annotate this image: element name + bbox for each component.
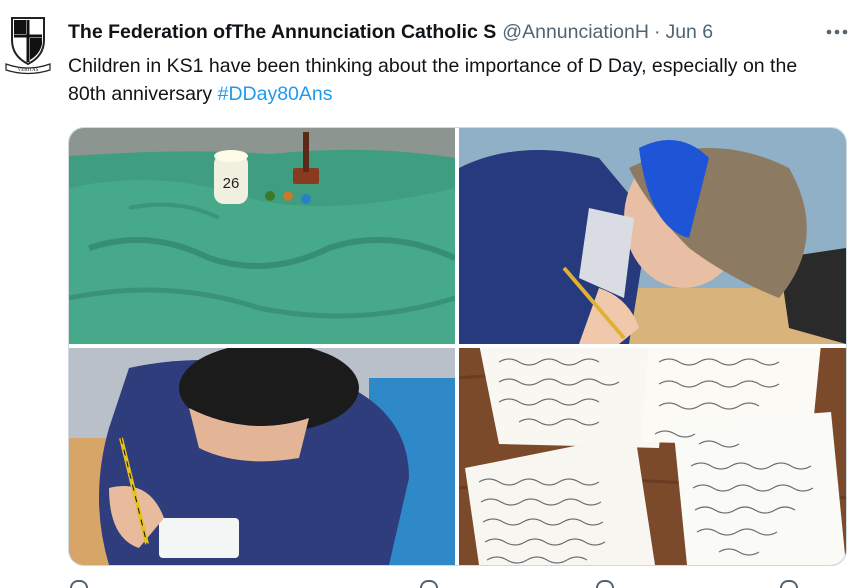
views-icon[interactable] xyxy=(596,580,614,588)
hashtag-link[interactable]: #DDay80Ans xyxy=(218,83,333,105)
tweet-date[interactable]: Jun 6 xyxy=(665,21,713,44)
more-button[interactable] xyxy=(824,19,850,45)
media-grid: 26 xyxy=(68,127,847,566)
display-name[interactable]: The Federation ofThe Annunciation Cathol… xyxy=(68,21,496,44)
photo-boy-writing[interactable] xyxy=(69,348,455,565)
more-icon xyxy=(826,29,848,35)
tweet-text: Children in KS1 have been thinking about… xyxy=(68,52,828,108)
crest-motto: VERITAS xyxy=(18,68,39,73)
bookmark-icon[interactable] xyxy=(780,580,798,588)
tweet-body: Children in KS1 have been thinking about… xyxy=(68,55,798,105)
photo-prayer-letters[interactable] xyxy=(459,348,846,565)
account-handle[interactable]: @AnnunciationH xyxy=(502,21,649,44)
photo-girl-writing[interactable] xyxy=(459,128,846,344)
tweet-actions xyxy=(68,578,845,588)
candle-number: 26 xyxy=(223,175,240,192)
tweet-header: The Federation ofThe Annunciation Cathol… xyxy=(68,18,850,46)
crest-icon: VERITAS xyxy=(5,17,51,75)
like-icon[interactable] xyxy=(420,580,438,588)
reply-icon[interactable] xyxy=(70,580,88,588)
separator: · xyxy=(653,20,661,43)
account-avatar[interactable]: VERITAS xyxy=(4,14,52,76)
photo-prayer-table[interactable]: 26 xyxy=(69,128,455,344)
